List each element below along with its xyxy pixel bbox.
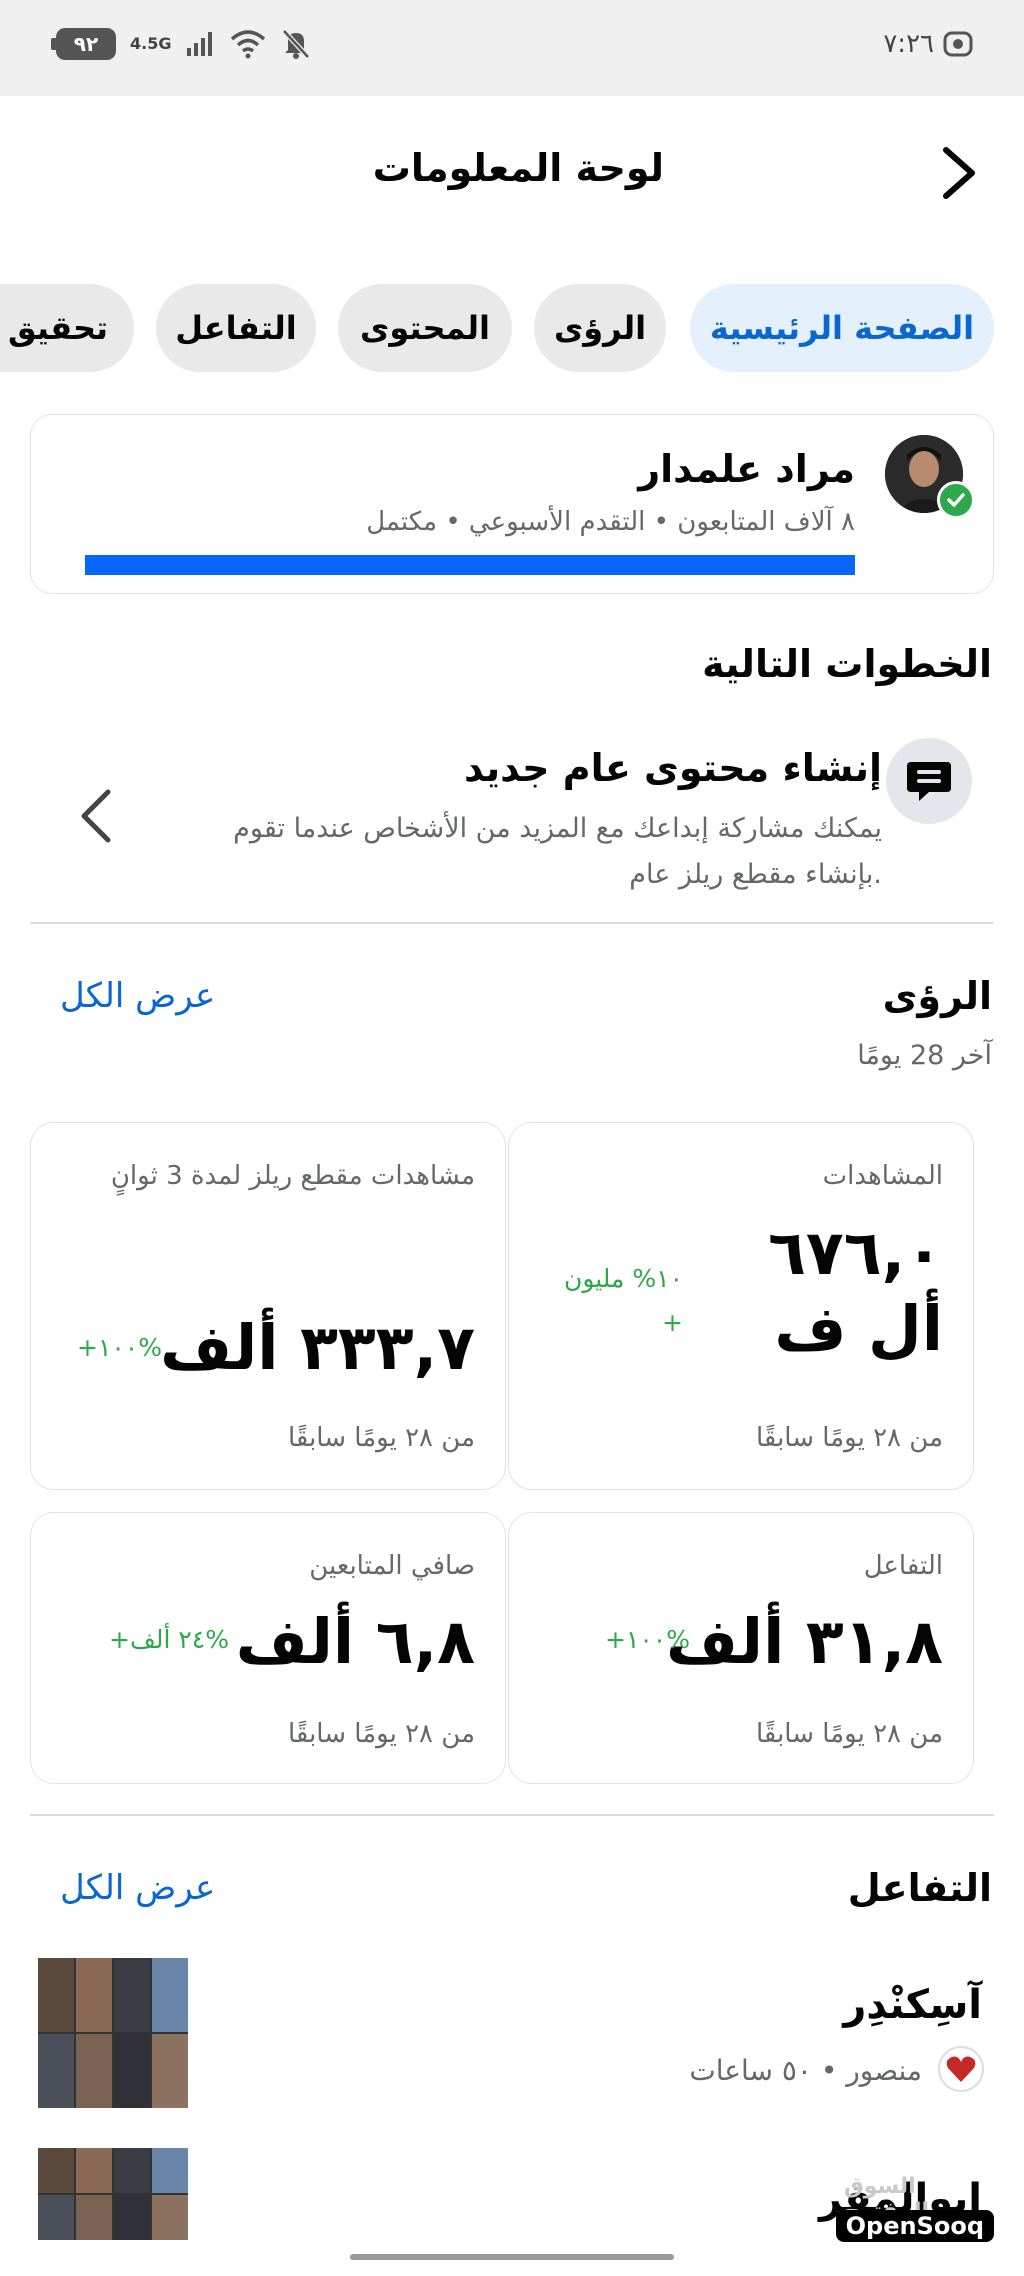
metric-label: التفاعل: [863, 1551, 943, 1581]
speech-bubble-icon: [907, 762, 951, 801]
tab-home[interactable]: الصفحة الرئيسية: [690, 284, 994, 372]
weekly-progress-bar: [85, 555, 855, 575]
metric-label: مشاهدات مقطع ريلز لمدة 3 ثوانٍ: [110, 1161, 475, 1191]
metric-footnote: من ٢٨ يومًا سابقًا: [288, 1423, 475, 1453]
back-chevron-icon[interactable]: [932, 140, 986, 206]
metric-label: صافي المتابعين: [309, 1551, 475, 1581]
post-thumbnail[interactable]: [38, 1958, 188, 2108]
verified-check-icon: [937, 481, 975, 519]
status-bar: ٩٢ 4.5G ٧:٢٦: [0, 0, 1024, 96]
header: لوحة المعلومات: [0, 96, 1024, 258]
metric-footnote: من ٢٨ يومًا سابقًا: [756, 1719, 943, 1749]
post-meta: منصور • ٥٠ ساعات: [689, 2054, 922, 2087]
battery-icon: ٩٢: [51, 28, 116, 60]
battery-level: ٩٢: [73, 32, 99, 56]
next-step-description: يمكنك مشاركة إبداعك مع المزيد من الأشخاص…: [233, 813, 882, 890]
engagement-title: التفاعل: [847, 1866, 992, 1910]
tabs-row: الصفحة الرئيسية الرؤى المحتوى التفاعل تح…: [0, 284, 1024, 372]
profile-card[interactable]: مراد علمدار ٨ آلاف المتابعون • التقدم ال…: [30, 414, 994, 594]
profile-subtitle: ٨ آلاف المتابعون • التقدم الأسبوعي • مكت…: [366, 507, 855, 537]
metric-value: ٣١,٨ ألف: [665, 1605, 943, 1678]
mute-bell-icon: [282, 29, 311, 59]
insights-see-all-link[interactable]: عرض الكل: [60, 976, 215, 1016]
metric-delta: ١٠% مليون +: [563, 1264, 683, 1337]
next-step-icon-wrap: [886, 738, 972, 824]
next-step-title[interactable]: إنشاء محتوى عام جديد: [464, 746, 882, 790]
clock: ٧:٢٦: [883, 29, 934, 59]
status-right: ٧:٢٦: [883, 28, 974, 60]
wifi-icon: [231, 30, 266, 59]
post-thumbnail[interactable]: [38, 2148, 188, 2240]
signal-icon: [187, 32, 213, 56]
metric-delta: +١٠٠%: [77, 1333, 163, 1362]
tab-content[interactable]: المحتوى: [338, 284, 512, 372]
tab-monetization[interactable]: تحقيق ا: [0, 284, 134, 372]
home-indicator[interactable]: [350, 2254, 674, 2260]
metric-value: ٦,٨ ألف: [235, 1605, 475, 1678]
insights-title: الرؤى: [882, 974, 992, 1018]
page-logo-icon: [938, 2046, 984, 2092]
tab-insights[interactable]: الرؤى: [534, 284, 666, 372]
next-steps-title: الخطوات التالية: [702, 642, 992, 686]
page-title: لوحة المعلومات: [372, 146, 664, 190]
metric-value: ٣٣٣,٧ ألف: [160, 1311, 475, 1384]
chevron-left-icon[interactable]: [76, 786, 116, 846]
progress-fill: [85, 555, 855, 575]
record-icon: [943, 31, 973, 57]
metric-delta: +١٠٠%: [605, 1625, 691, 1654]
profile-name: مراد علمدار: [638, 447, 855, 491]
post-title[interactable]: آسِكنْدِر: [843, 1982, 982, 2028]
network-type: 4.5G: [130, 34, 172, 53]
tab-engagement[interactable]: التفاعل: [156, 284, 316, 372]
metric-footnote: من ٢٨ يومًا سابقًا: [756, 1423, 943, 1453]
status-left: ٩٢ 4.5G: [51, 28, 311, 60]
divider: [30, 922, 994, 924]
watermark-brand: OpenSooq: [835, 2210, 994, 2242]
divider: [30, 1814, 994, 1816]
opensooq-watermark: السوق المفتوح OpenSooq: [835, 2170, 994, 2250]
metric-card-engagement[interactable]: التفاعل ٣١,٨ ألف +١٠٠% من ٢٨ يومًا سابقً…: [508, 1512, 974, 1784]
insights-period: آخر 28 يومًا: [857, 1040, 992, 1071]
metric-card-views[interactable]: المشاهدات ٦٧٦,٠ أل ف ١٠% مليون + من ٢٨ ي…: [508, 1122, 974, 1490]
metric-card-reel-views[interactable]: مشاهدات مقطع ريلز لمدة 3 ثوانٍ ٣٣٣,٧ ألف…: [30, 1122, 506, 1490]
metric-value: ٦٧٦,٠ أل ف: [768, 1216, 943, 1365]
metric-label: المشاهدات: [822, 1161, 943, 1191]
metric-delta: +٢٤ ألف%: [109, 1625, 229, 1654]
metric-footnote: من ٢٨ يومًا سابقًا: [288, 1719, 475, 1749]
metric-card-net-followers[interactable]: صافي المتابعين ٦,٨ ألف +٢٤ ألف% من ٢٨ يو…: [30, 1512, 506, 1784]
engagement-see-all-link[interactable]: عرض الكل: [60, 1868, 215, 1908]
